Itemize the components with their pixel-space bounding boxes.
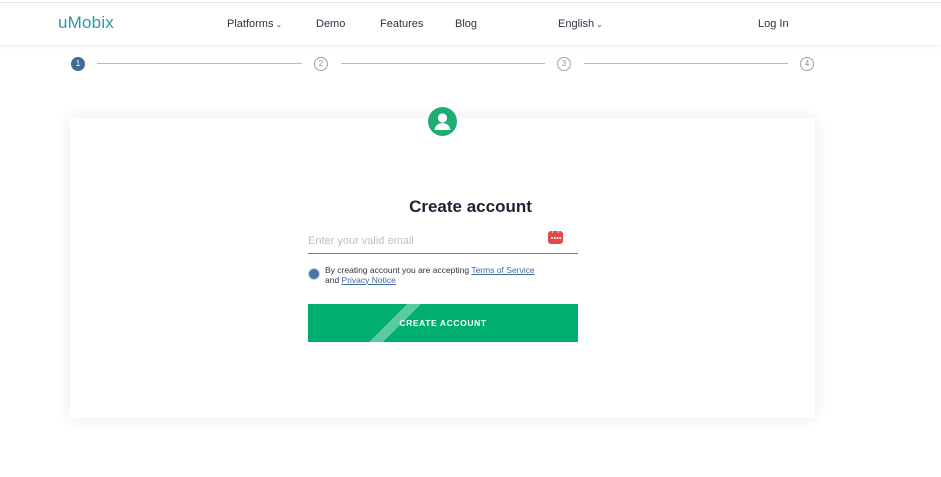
chevron-down-icon: ⌄ <box>596 20 603 29</box>
page-title: Create account <box>409 197 532 216</box>
privacy-notice-link[interactable]: Privacy Notice <box>342 275 396 285</box>
nav-blog[interactable]: Blog <box>455 18 477 30</box>
step-1: 1 <box>71 57 85 71</box>
nav-platforms-label: Platforms <box>227 18 274 30</box>
terms-of-service-link[interactable]: Terms of Service <box>471 265 534 275</box>
step-connector <box>584 63 788 64</box>
login-link[interactable]: Log In <box>758 18 789 30</box>
terms-accept-radio[interactable] <box>309 269 319 279</box>
terms-text: By creating account you are accepting Te… <box>325 265 585 285</box>
site-header: uMobix Platforms ⌄ Demo Features Blog Eng… <box>0 3 941 45</box>
chevron-down-icon: ⌄ <box>275 20 283 29</box>
nav-features[interactable]: Features <box>380 18 423 30</box>
step-4: 4 <box>800 57 814 71</box>
nav-platforms[interactable]: Platforms ⌄ <box>227 18 282 30</box>
language-select[interactable]: English ⌄ <box>558 18 603 30</box>
terms-prefix: By creating account you are accepting <box>325 265 472 275</box>
step-connector <box>341 63 545 64</box>
step-2: 2 <box>314 57 328 71</box>
step-3: 3 <box>557 57 571 71</box>
language-label: English <box>558 18 595 30</box>
logo[interactable]: uMobix <box>58 13 114 33</box>
nav-demo[interactable]: Demo <box>316 18 345 30</box>
email-field[interactable] <box>308 228 578 254</box>
terms-and: and <box>325 274 342 285</box>
create-account-button[interactable]: CREATE ACCOUNT <box>308 304 578 342</box>
password-manager-icon[interactable] <box>548 231 563 244</box>
step-connector <box>97 63 302 64</box>
create-account-label: CREATE ACCOUNT <box>399 318 487 328</box>
user-circle-icon <box>428 107 457 136</box>
